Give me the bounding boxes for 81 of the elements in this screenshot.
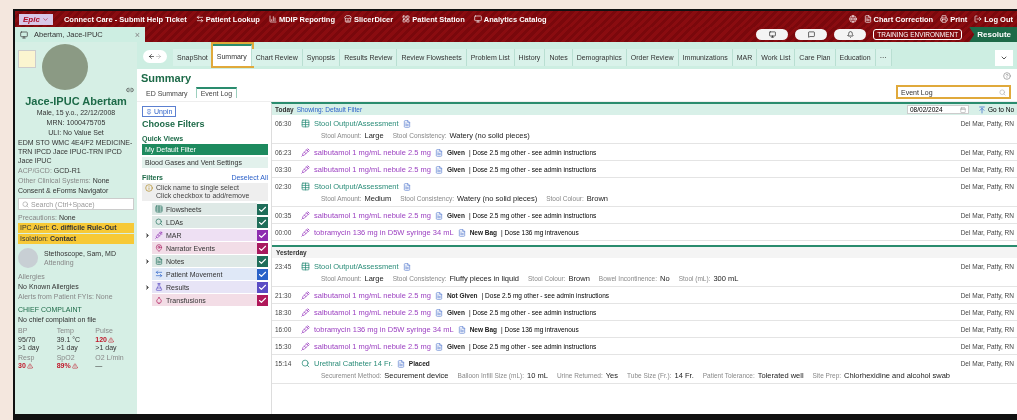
printer-icon xyxy=(940,15,949,23)
bar-chart-icon xyxy=(268,15,277,23)
up-arrow-icon xyxy=(978,105,986,114)
checkbox[interactable] xyxy=(257,229,268,241)
grid-icon xyxy=(402,15,411,23)
search-icon xyxy=(999,88,1006,96)
store-icon xyxy=(344,15,352,23)
checkbox[interactable] xyxy=(257,203,268,215)
document-icon[interactable] xyxy=(434,291,443,300)
document-icon[interactable] xyxy=(402,262,411,271)
syringe-icon xyxy=(301,291,310,300)
pin-icon xyxy=(146,108,152,115)
document-icon[interactable] xyxy=(457,228,466,237)
document-icon[interactable] xyxy=(434,342,443,351)
document-icon[interactable] xyxy=(434,308,443,317)
link-icon[interactable] xyxy=(126,86,134,94)
table-icon xyxy=(301,119,310,128)
calendar-icon xyxy=(960,106,966,113)
document-icon[interactable] xyxy=(434,211,443,220)
expand-icon[interactable] xyxy=(144,231,151,239)
arrows-icon xyxy=(155,270,163,278)
page-title: Summary xyxy=(141,72,193,84)
syringe-icon xyxy=(301,148,310,157)
syringe-icon xyxy=(155,231,163,239)
document-icon[interactable] xyxy=(402,119,411,128)
table-icon xyxy=(155,205,163,213)
status-banner: Resolute xyxy=(969,27,1017,42)
checkbox[interactable] xyxy=(257,255,268,267)
bell-button[interactable] xyxy=(834,29,867,40)
document-icon[interactable] xyxy=(396,359,405,368)
chat-button[interactable] xyxy=(795,29,828,40)
search-icon xyxy=(22,200,29,208)
checkbox[interactable] xyxy=(257,242,268,254)
magnifier-icon xyxy=(301,359,310,368)
checkbox[interactable] xyxy=(257,268,268,280)
document-icon[interactable] xyxy=(457,325,466,334)
syringe-icon xyxy=(301,165,310,174)
syringe-icon xyxy=(301,211,310,220)
flask-icon xyxy=(155,283,163,291)
document-icon xyxy=(155,257,163,265)
back-forward-button[interactable] xyxy=(143,50,167,63)
arrows-icon xyxy=(195,15,204,23)
checkbox[interactable] xyxy=(257,281,268,293)
document-icon xyxy=(863,15,872,23)
monitor-icon xyxy=(473,15,482,23)
info-icon xyxy=(145,184,153,192)
caret-icon xyxy=(41,15,49,23)
document-icon[interactable] xyxy=(434,165,443,174)
caret-icon xyxy=(1000,54,1008,62)
monitor-button[interactable] xyxy=(756,29,789,40)
document-icon[interactable] xyxy=(434,148,443,157)
expand-icon[interactable] xyxy=(144,257,151,265)
left-arrow-icon xyxy=(148,53,155,60)
panel-title: Choose Filters xyxy=(142,119,206,129)
syringe-icon xyxy=(301,308,310,317)
warning-icon xyxy=(108,336,114,343)
logout-icon xyxy=(974,15,983,23)
checkbox[interactable] xyxy=(257,216,268,228)
warning-icon xyxy=(26,363,33,370)
syringe-icon xyxy=(301,342,310,351)
right-arrow-icon xyxy=(155,53,162,60)
globe-icon[interactable] xyxy=(848,15,857,23)
magnifier-icon xyxy=(155,218,163,226)
monitor-icon xyxy=(20,30,28,39)
chat-icon xyxy=(807,31,815,38)
avatar-icon xyxy=(18,248,38,268)
warning-icon xyxy=(71,363,78,370)
checkbox[interactable] xyxy=(257,294,268,306)
map-pin-icon xyxy=(155,244,163,252)
epic-menu-button[interactable]: Epic xyxy=(19,13,53,25)
table-icon xyxy=(301,262,310,271)
monitor-icon xyxy=(768,31,776,38)
photo-placeholder xyxy=(42,44,88,90)
droplet-icon xyxy=(155,296,163,304)
document-icon[interactable] xyxy=(402,182,411,191)
table-icon xyxy=(301,182,310,191)
syringe-icon xyxy=(301,228,310,237)
patient-name: Jace-IPUC Abertam xyxy=(24,95,128,107)
syringe-icon xyxy=(301,325,310,334)
bell-icon xyxy=(846,31,854,38)
expand-icon[interactable] xyxy=(144,283,151,291)
